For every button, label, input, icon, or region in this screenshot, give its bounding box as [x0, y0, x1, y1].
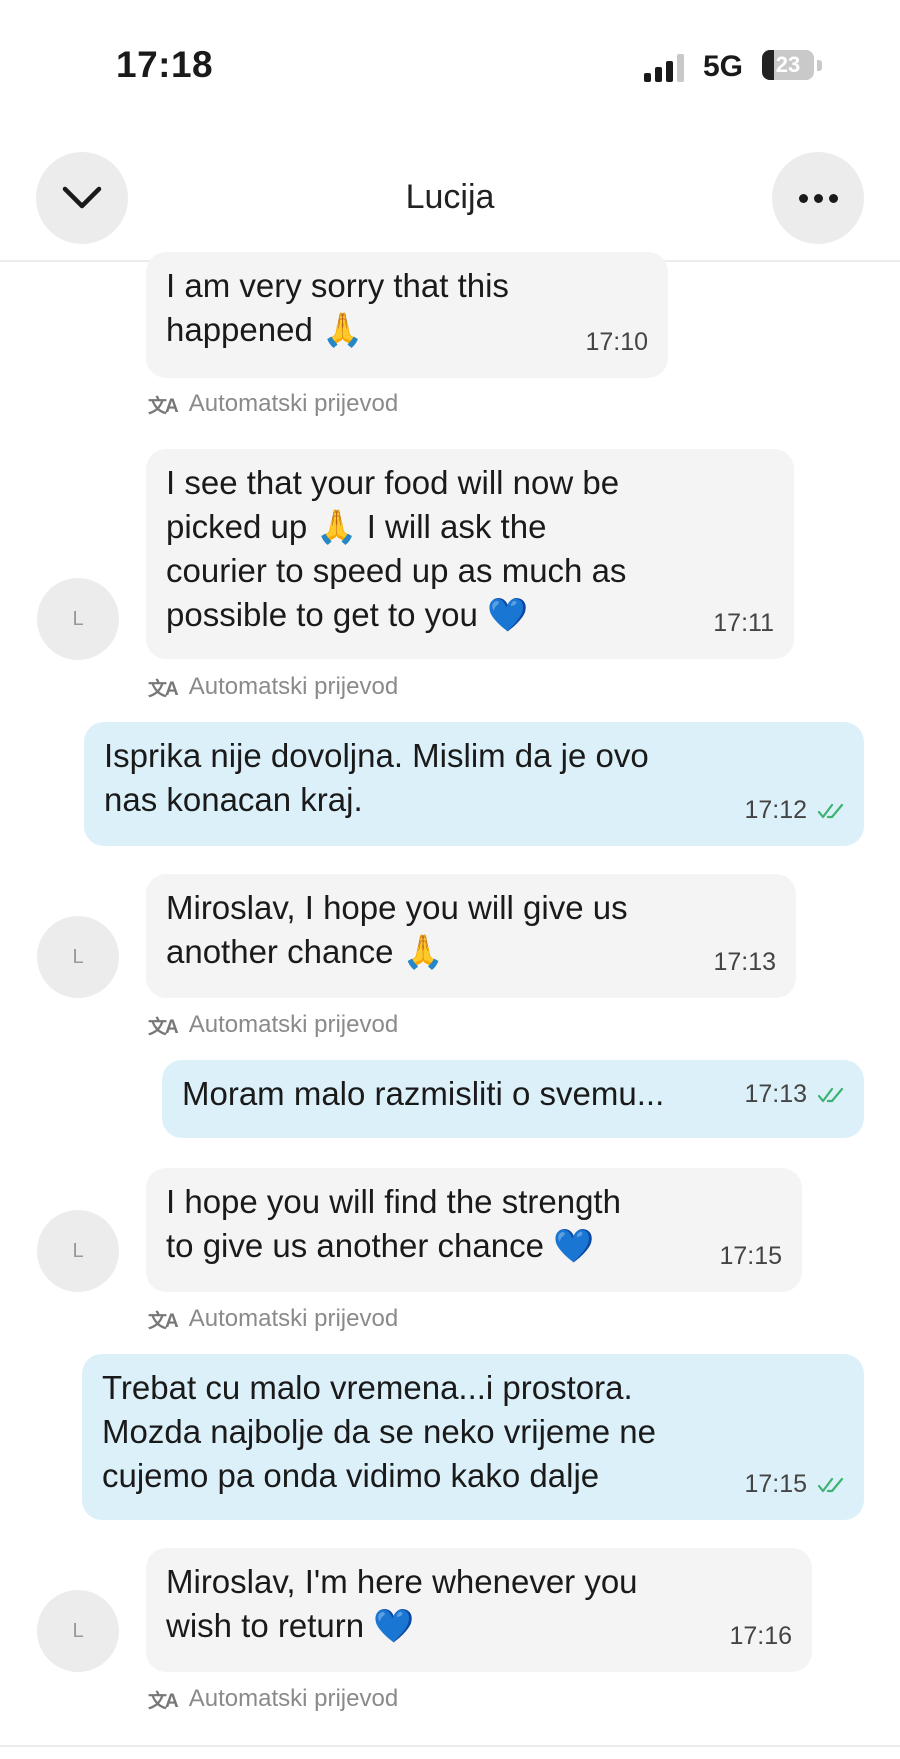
message-bubble-incoming[interactable]: I hope you will find the strength to giv… — [146, 1168, 802, 1292]
message-bubble-incoming[interactable]: Miroslav, I hope you will give us anothe… — [146, 874, 796, 998]
translation-label: Automatski prijevod — [188, 1685, 399, 1712]
contact-avatar[interactable]: L — [37, 1590, 119, 1672]
divider — [0, 1745, 900, 1747]
translate-icon: 文A — [148, 395, 179, 417]
battery-percentage: 23 — [775, 52, 801, 77]
message-bubble-outgoing[interactable]: Isprika nije dovoljna. Mislim da je ovo … — [84, 722, 864, 846]
translation-label: Automatski prijevod — [188, 673, 399, 700]
double-check-icon — [818, 804, 844, 819]
translate-icon: 文A — [148, 678, 179, 700]
message-bubble-outgoing[interactable]: Moram malo razmisliti o svemu... 17:13 — [162, 1060, 864, 1138]
message-text: I hope you will find the strength to giv… — [166, 1183, 621, 1264]
message-text: I am very sorry that this happened 🙏 — [166, 267, 509, 348]
message-text: Miroslav, I hope you will give us anothe… — [166, 889, 628, 970]
auto-translation-note: 文A Automatski prijevod — [148, 1011, 398, 1039]
translation-label: Automatski prijevod — [188, 1305, 399, 1332]
network-type: 5G — [703, 50, 744, 83]
message-time: 17:15 — [719, 1242, 782, 1270]
battery-cap — [817, 60, 822, 71]
translation-label: Automatski prijevod — [188, 1011, 399, 1038]
contact-avatar[interactable]: L — [37, 916, 119, 998]
message-time: 17:13 — [713, 948, 776, 976]
message-time: 17:15 — [744, 1462, 846, 1506]
contact-name: Lucija — [405, 178, 495, 216]
message-bubble-outgoing[interactable]: Trebat cu malo vremena...i prostora. Moz… — [82, 1354, 864, 1520]
contact-avatar[interactable]: L — [37, 578, 119, 660]
message-text: Isprika nije dovoljna. Mislim da je ovo … — [104, 737, 649, 818]
message-bubble-incoming[interactable]: I see that your food will now be picked … — [146, 449, 794, 659]
chat-header: Lucija — [0, 130, 900, 262]
contact-avatar[interactable]: L — [37, 1210, 119, 1292]
message-bubble-incoming[interactable]: I am very sorry that this happened 🙏 17:… — [146, 252, 668, 378]
translate-icon: 文A — [148, 1016, 179, 1038]
message-text: I see that your food will now be picked … — [166, 464, 627, 633]
auto-translation-note: 文A Automatski prijevod — [148, 1685, 398, 1713]
double-check-icon — [818, 1088, 844, 1103]
message-bubble-incoming[interactable]: Miroslav, I'm here whenever you wish to … — [146, 1548, 812, 1672]
translate-icon: 文A — [148, 1310, 179, 1332]
message-text: Miroslav, I'm here whenever you wish to … — [166, 1563, 638, 1644]
message-time: 17:12 — [744, 788, 846, 832]
status-time: 17:18 — [116, 44, 214, 85]
more-options-button[interactable] — [772, 152, 864, 244]
translate-icon: 文A — [148, 1690, 179, 1712]
message-time: 17:10 — [585, 328, 648, 356]
auto-translation-note: 文A Automatski prijevod — [148, 1305, 398, 1333]
message-time: 17:16 — [729, 1622, 792, 1650]
message-time: 17:11 — [713, 609, 774, 637]
more-dots-icon — [798, 193, 838, 203]
auto-translation-note: 文A Automatski prijevod — [148, 673, 398, 701]
cellular-signal-icon — [644, 54, 684, 82]
message-time: 17:13 — [744, 1072, 846, 1116]
auto-translation-note: 文A Automatski prijevod — [148, 390, 398, 418]
double-check-icon — [818, 1478, 844, 1493]
battery-icon: 23 — [762, 50, 814, 80]
status-bar: 17:18 5G 23 — [0, 0, 900, 130]
translation-label: Automatski prijevod — [188, 390, 399, 417]
message-text: Trebat cu malo vremena...i prostora. Moz… — [102, 1369, 656, 1494]
